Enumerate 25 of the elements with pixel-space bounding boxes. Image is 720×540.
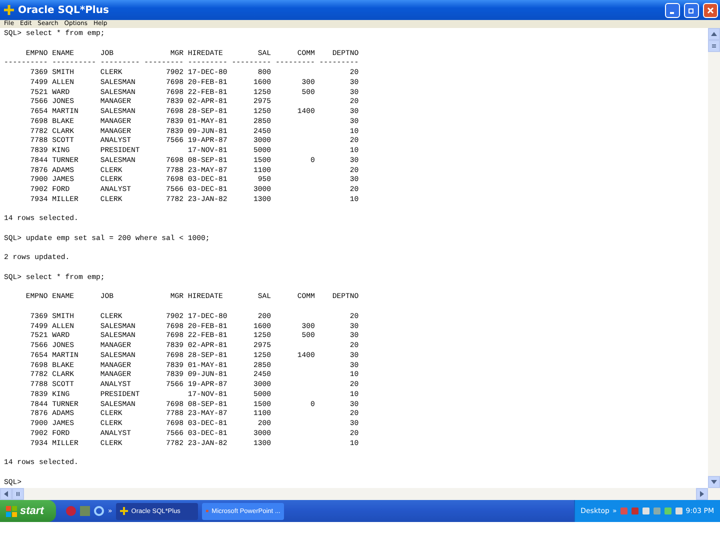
scroll-thumb[interactable] (12, 488, 24, 500)
flag-icon (6, 506, 17, 516)
globe-icon[interactable] (94, 506, 104, 516)
vertical-scrollbar[interactable] (708, 28, 720, 488)
restore-icon (688, 6, 695, 14)
grip-icon (15, 491, 21, 497)
plus-icon (120, 507, 128, 515)
scroll-up-button[interactable] (708, 28, 720, 40)
up-arrow-icon (711, 31, 717, 37)
scroll-thumb[interactable] (708, 40, 720, 52)
document-icon (206, 507, 209, 515)
right-arrow-icon (699, 491, 705, 497)
scroll-down-button[interactable] (708, 476, 720, 488)
close-icon (707, 6, 714, 14)
horizontal-scrollbar[interactable] (0, 488, 720, 500)
restore-button[interactable] (684, 2, 699, 18)
grip-icon (711, 43, 717, 49)
scroll-right-button[interactable] (696, 488, 708, 500)
left-arrow-icon (3, 491, 9, 497)
minimize-button[interactable] (665, 2, 680, 18)
down-arrow-icon (711, 479, 717, 485)
scroll-left-button[interactable] (0, 488, 12, 500)
plus-icon (4, 5, 14, 15)
close-button[interactable] (703, 2, 718, 18)
window-title: Oracle SQL*Plus (18, 4, 110, 16)
